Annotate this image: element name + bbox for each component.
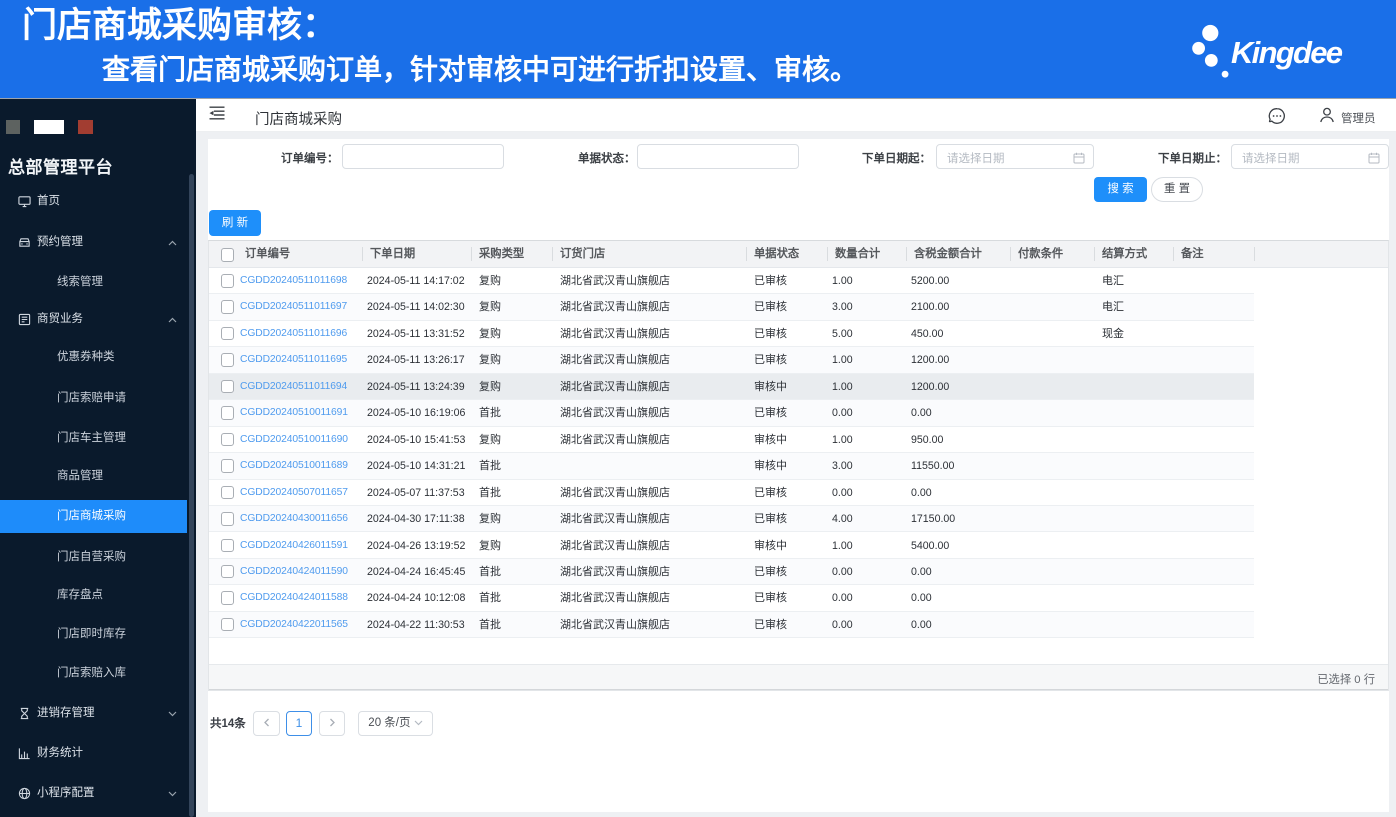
svg-text:Kingdee: Kingdee	[1231, 35, 1343, 70]
